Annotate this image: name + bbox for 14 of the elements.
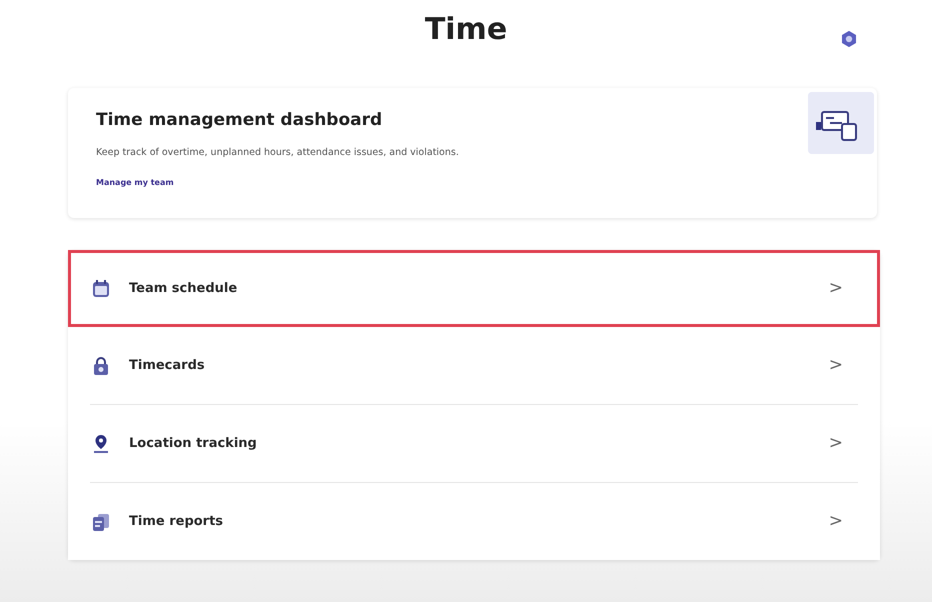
lock-icon [91,356,111,376]
location-pin-icon [91,434,111,454]
menu-item[interactable]: Time reports > [68,483,880,560]
settings-icon[interactable] [840,30,858,48]
menu-item[interactable]: Team schedule > [68,250,880,327]
card-description: Keep track of overtime, unplanned hours, attendance issues, and violations. [96,146,459,160]
manage-team-link[interactable]: Manage my team [96,176,459,189]
documents-icon [91,512,111,532]
menu-item[interactable]: Location tracking > [68,405,880,482]
menu-item[interactable]: Timecards > [68,327,880,404]
card-title: Time management dashboard [96,110,384,130]
calendar-icon [91,278,111,298]
page-title: Time [424,12,508,49]
dashboard-illustration-icon [808,92,874,154]
